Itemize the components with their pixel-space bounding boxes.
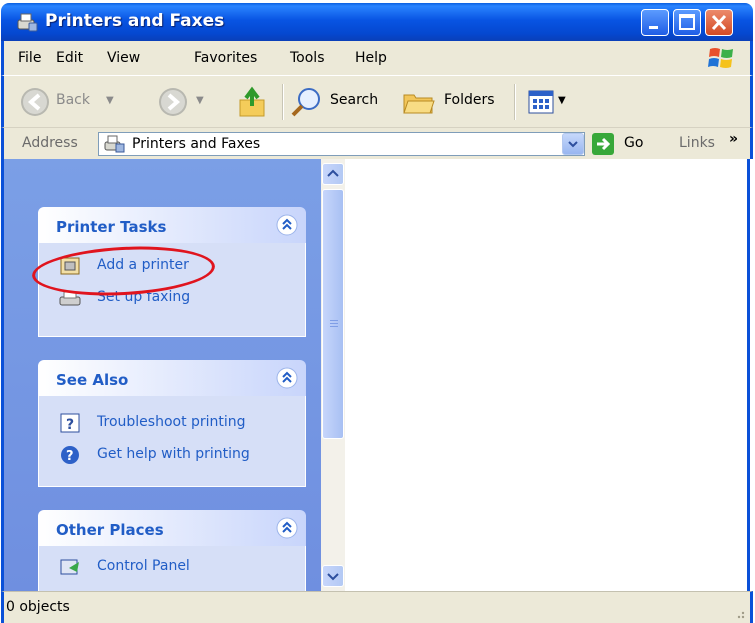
- panel-title: See Also: [56, 371, 129, 389]
- menu-favorites[interactable]: Favorites: [194, 50, 257, 66]
- views-button[interactable]: ▼: [524, 76, 574, 128]
- chevron-up-icon: [327, 169, 339, 177]
- panel-title: Other Places: [56, 521, 164, 539]
- menu-tools[interactable]: Tools: [290, 50, 325, 66]
- title-bar[interactable]: Printers and Faxes: [1, 3, 753, 41]
- forward-button[interactable]: ▼: [154, 76, 214, 128]
- printer-tasks-header[interactable]: Printer Tasks: [38, 207, 306, 243]
- explorer-window: Printers and Faxes File Edit View Favori…: [1, 3, 753, 623]
- back-button[interactable]: Back ▼: [14, 76, 124, 128]
- menu-file[interactable]: File: [18, 50, 41, 66]
- other-places-body: Control Panel: [38, 546, 306, 592]
- grip-line: [330, 326, 338, 327]
- views-dropdown-icon[interactable]: ▼: [558, 95, 566, 106]
- panel-title: Printer Tasks: [56, 218, 167, 236]
- collapse-chevron-icon[interactable]: [276, 517, 298, 539]
- close-icon: [711, 14, 727, 31]
- links-button[interactable]: Links: [679, 135, 715, 151]
- go-button[interactable]: Go: [592, 132, 652, 156]
- status-text: 0 objects: [6, 599, 70, 615]
- address-bar: Address Printers and Faxes Go Links »: [1, 127, 753, 159]
- minimize-icon: [649, 26, 658, 29]
- printer-tasks-body: Add a printer Set up faxing: [38, 243, 306, 337]
- up-folder-icon: [239, 86, 265, 117]
- search-button[interactable]: Search: [288, 76, 388, 128]
- back-arrow-icon: [21, 88, 49, 116]
- resize-grip-icon[interactable]: [732, 606, 746, 620]
- toolbar: Back ▼ ▼ Search Folders ▼: [1, 75, 753, 127]
- vertical-scrollbar[interactable]: [321, 159, 345, 591]
- go-arrow-icon: [592, 133, 614, 155]
- task-label: Set up faxing: [97, 289, 191, 305]
- other-places-panel: Other Places Control Panel: [38, 510, 306, 592]
- folders-label: Folders: [444, 92, 495, 108]
- scroll-up-button[interactable]: [322, 163, 344, 185]
- collapse-chevron-icon[interactable]: [276, 367, 298, 389]
- help-circle-icon: ?: [61, 446, 79, 464]
- maximize-button[interactable]: [673, 9, 701, 36]
- svg-text:?: ?: [66, 449, 74, 464]
- file-list-area[interactable]: [345, 159, 750, 591]
- scroll-down-button[interactable]: [322, 565, 344, 587]
- folders-button[interactable]: Folders: [400, 76, 506, 128]
- svg-text:?: ?: [66, 417, 74, 433]
- menu-bar: File Edit View Favorites Tools Help: [1, 41, 753, 75]
- help-book-icon: ?: [60, 413, 80, 433]
- chevron-right-icon[interactable]: »: [729, 131, 738, 147]
- task-pane: Printer Tasks Add a printer Set up faxin…: [1, 159, 321, 592]
- menu-help[interactable]: Help: [355, 50, 387, 66]
- views-icon: [528, 90, 554, 114]
- forward-dropdown-icon[interactable]: ▼: [196, 95, 204, 106]
- window-title: Printers and Faxes: [45, 11, 225, 31]
- collapse-chevron-icon[interactable]: [276, 214, 298, 236]
- see-also-body: ? Troubleshoot printing ? Get help with …: [38, 396, 306, 487]
- maximize-icon: [679, 14, 695, 30]
- go-label: Go: [624, 135, 644, 151]
- menu-view[interactable]: View: [107, 50, 140, 66]
- windows-logo-icon: [708, 48, 733, 68]
- forward-arrow-icon: [159, 88, 187, 116]
- add-printer-icon: [60, 257, 80, 275]
- folders-icon: [403, 94, 435, 114]
- printer-fax-icon: [104, 135, 125, 153]
- close-button[interactable]: [705, 9, 733, 36]
- chevron-down-icon: [568, 141, 578, 148]
- task-label: Control Panel: [97, 558, 190, 574]
- back-dropdown-icon[interactable]: ▼: [106, 95, 114, 106]
- control-panel-icon: [60, 559, 79, 575]
- task-label: Troubleshoot printing: [97, 414, 246, 430]
- chevron-down-icon: [327, 573, 339, 581]
- minimize-button[interactable]: [641, 9, 669, 36]
- up-folder-button[interactable]: [234, 76, 274, 128]
- other-places-header[interactable]: Other Places: [38, 510, 306, 546]
- address-label: Address: [22, 135, 78, 151]
- grip-line: [330, 323, 338, 324]
- back-label: Back: [56, 92, 90, 108]
- toolbar-separator: [514, 84, 516, 120]
- status-bar: 0 objects: [1, 591, 753, 623]
- printer-tasks-panel: Printer Tasks Add a printer Set up faxin…: [38, 207, 306, 337]
- printer-fax-icon: [17, 13, 38, 32]
- address-input[interactable]: Printers and Faxes: [98, 132, 585, 156]
- task-label: Get help with printing: [97, 446, 250, 462]
- see-also-panel: See Also ? Troubleshoot printing ? Get h…: [38, 360, 306, 487]
- scroll-thumb[interactable]: [322, 189, 344, 439]
- menu-edit[interactable]: Edit: [56, 50, 83, 66]
- search-label: Search: [330, 92, 379, 108]
- address-value: Printers and Faxes: [132, 136, 261, 152]
- search-icon: [291, 88, 320, 117]
- toolbar-separator: [282, 84, 284, 120]
- fax-icon: [59, 291, 81, 306]
- grip-line: [330, 320, 338, 321]
- task-label: Add a printer: [97, 257, 189, 273]
- see-also-header[interactable]: See Also: [38, 360, 306, 396]
- address-dropdown-button[interactable]: [562, 133, 584, 155]
